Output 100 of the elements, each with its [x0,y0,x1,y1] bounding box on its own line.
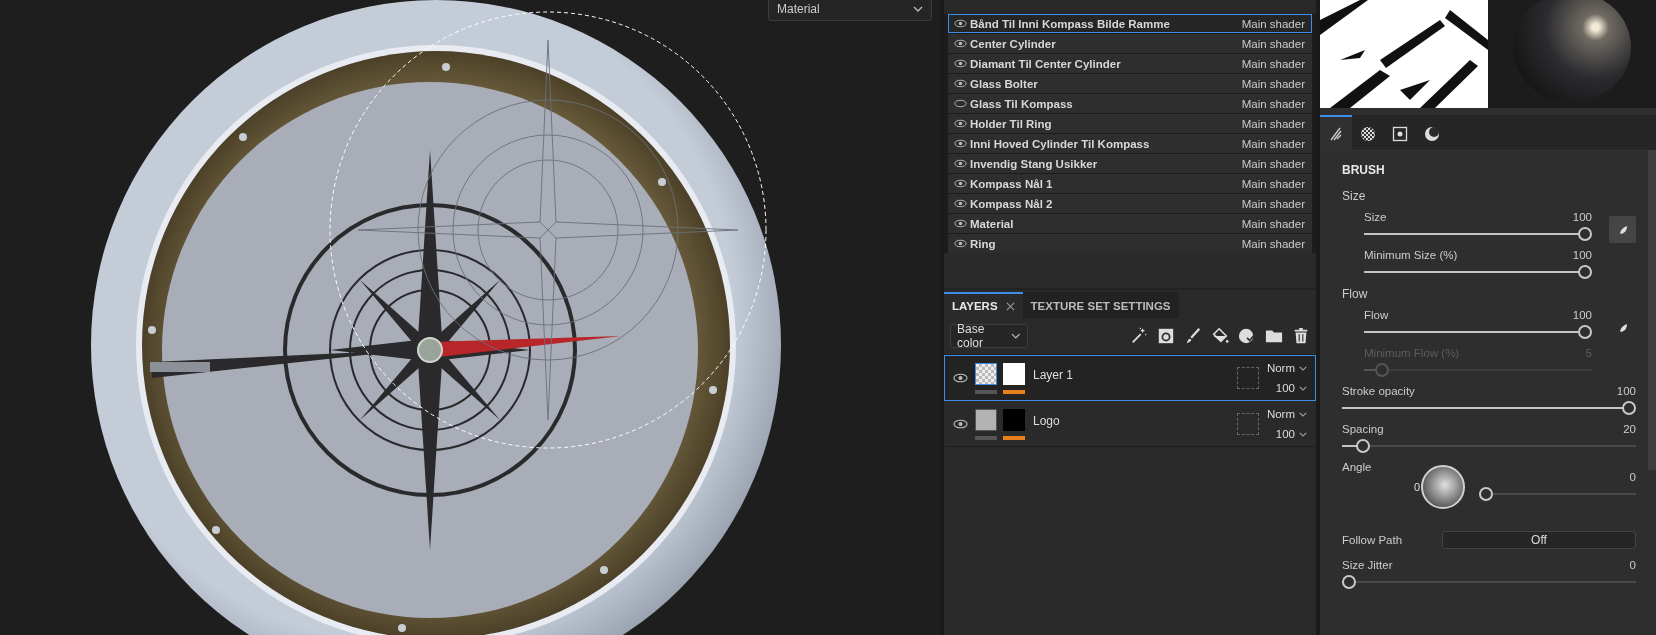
texture-set-row[interactable]: Glass Til Kompass Main shader [948,94,1312,113]
sphere-icon[interactable] [1238,327,1256,345]
layer-row[interactable]: Layer 1 Norm 100 [944,355,1316,401]
mask-bar [1003,389,1025,394]
brush-icon[interactable] [1184,327,1202,345]
opacity-dropdown[interactable]: 100 [1275,382,1307,394]
texture-set-row[interactable]: Ring Main shader [948,234,1312,253]
slider-value[interactable]: 100 [1616,385,1636,397]
texture-set-name: Kompass Nål 1 [970,177,1054,190]
texture-set-name: Ring [970,237,997,250]
slider-label: Minimum Size (%) [1364,249,1458,261]
slider-label: Angle [1342,461,1373,473]
mask-thumbnail [1003,408,1025,431]
chevron-down-icon [913,6,923,12]
brush-stroke-icon [1328,125,1344,142]
material-dropdown[interactable]: Material [768,0,932,21]
shader-name: Main shader [1241,117,1305,130]
blend-mode-dropdown[interactable]: Norm [1266,362,1307,374]
texture-set-row[interactable]: Kompass Nål 1 Main shader [948,174,1312,193]
chevron-down-icon [1299,365,1307,371]
eye-icon[interactable] [954,179,967,188]
empty-mask-slot [1236,413,1259,435]
shader-name: Main shader [1241,217,1305,230]
pen-pressure-button[interactable] [1609,216,1636,243]
scrollbar[interactable] [1648,150,1656,470]
eye-icon[interactable] [954,219,967,228]
texture-set-name: Kompass Nål 2 [970,197,1054,210]
magic-wand-icon[interactable] [1130,327,1148,345]
shader-name: Main shader [1241,97,1305,110]
shader-name: Main shader [1241,197,1305,210]
slider-track[interactable] [1342,439,1636,453]
eye-icon[interactable] [954,79,967,88]
chevron-down-icon [1299,431,1307,437]
texture-set-name: Material [970,217,1015,230]
slider-track[interactable] [1342,575,1636,589]
texture-set-name: Inni Hoved Cylinder Til Kompass [970,137,1151,150]
shader-name: Main shader [1241,177,1305,190]
slider-value[interactable]: 0 [1629,471,1636,483]
pen-tip-icon [1617,224,1628,235]
texture-set-row[interactable]: Holder Til Ring Main shader [948,114,1312,133]
eye-icon[interactable] [954,59,967,68]
shader-name: Main shader [1241,77,1305,90]
shader-name: Main shader [1241,37,1305,50]
eye-icon[interactable] [953,373,968,383]
slider-track[interactable] [1479,487,1636,501]
blend-mode-dropdown[interactable]: Norm [1266,408,1307,420]
eye-icon[interactable] [954,39,967,48]
slider-track[interactable] [1364,265,1592,279]
texture-set-name: Bånd Til Inni Kompass Bilde Ramme [970,17,1171,30]
close-icon[interactable] [1005,301,1015,311]
group-label: Size [1342,189,1367,203]
shader-name: Main shader [1241,57,1305,70]
empty-mask-slot [1236,367,1259,389]
toggle-label: Follow Path [1342,534,1402,546]
texture-set-name: Glass Bolter [970,77,1039,90]
eye-icon[interactable] [954,199,967,208]
texture-set-row[interactable]: Glass Bolter Main shader [948,74,1312,93]
eye-icon[interactable] [954,19,967,28]
eye-icon[interactable] [954,119,967,128]
slider-value[interactable]: 100 [1572,211,1592,223]
properties-tab[interactable] [1320,115,1352,150]
texture-set-row[interactable]: Material Main shader [948,214,1312,233]
eye-icon[interactable] [954,139,967,148]
layer-thumbnail [975,408,997,431]
slider-label: Spacing [1342,423,1384,435]
slider-value[interactable]: 100 [1572,309,1592,321]
texture-set-row[interactable]: Invendig Stang Usikker Main shader [948,154,1312,173]
slider-track[interactable] [1342,401,1636,415]
texture-set-row[interactable]: Bånd Til Inni Kompass Bilde Ramme Main shader [948,14,1312,33]
shader-name: Main shader [1241,17,1305,30]
mask-bar [1003,435,1025,440]
texture-set-row[interactable]: Inni Hoved Cylinder Til Kompass Main shader [948,134,1312,153]
slider-track[interactable] [1364,325,1592,339]
texture-set-row[interactable]: Center Cylinder Main shader [948,34,1312,53]
eye-closed-icon[interactable] [954,99,967,108]
texture-set-name: Glass Til Kompass [970,97,1074,110]
panel-tab[interactable]: TEXTURE SET SETTINGS [1022,292,1179,318]
slider-value[interactable]: 0 [1629,559,1636,571]
paint-bucket-icon[interactable] [1211,327,1229,345]
layer-thumbnail [975,362,997,385]
shader-name: Main shader [1241,137,1305,150]
texture-set-row[interactable]: Kompass Nål 2 Main shader [948,194,1312,213]
channel-bar [975,435,997,440]
layer-name: Layer 1 [1033,368,1075,384]
chevron-down-icon [1011,333,1021,339]
group-label: Flow [1342,287,1369,301]
slider-track[interactable] [1364,227,1592,241]
slider-value[interactable]: 20 [1623,423,1636,435]
opacity-dropdown[interactable]: 100 [1275,428,1307,440]
texture-set-row[interactable]: Diamant Til Center Cylinder Main shader [948,54,1312,73]
slider-value[interactable]: 100 [1572,249,1592,261]
trash-icon[interactable] [1292,327,1310,345]
pen-tip-icon [1617,322,1628,333]
crescent-icon [1424,125,1440,142]
section-title: BRUSH [1342,163,1386,177]
follow-path-button[interactable]: Off [1442,531,1636,549]
channel-dropdown[interactable]: Base color [950,324,1028,348]
eye-icon[interactable] [954,159,967,168]
eye-icon[interactable] [953,419,968,429]
eye-icon[interactable] [954,239,967,248]
